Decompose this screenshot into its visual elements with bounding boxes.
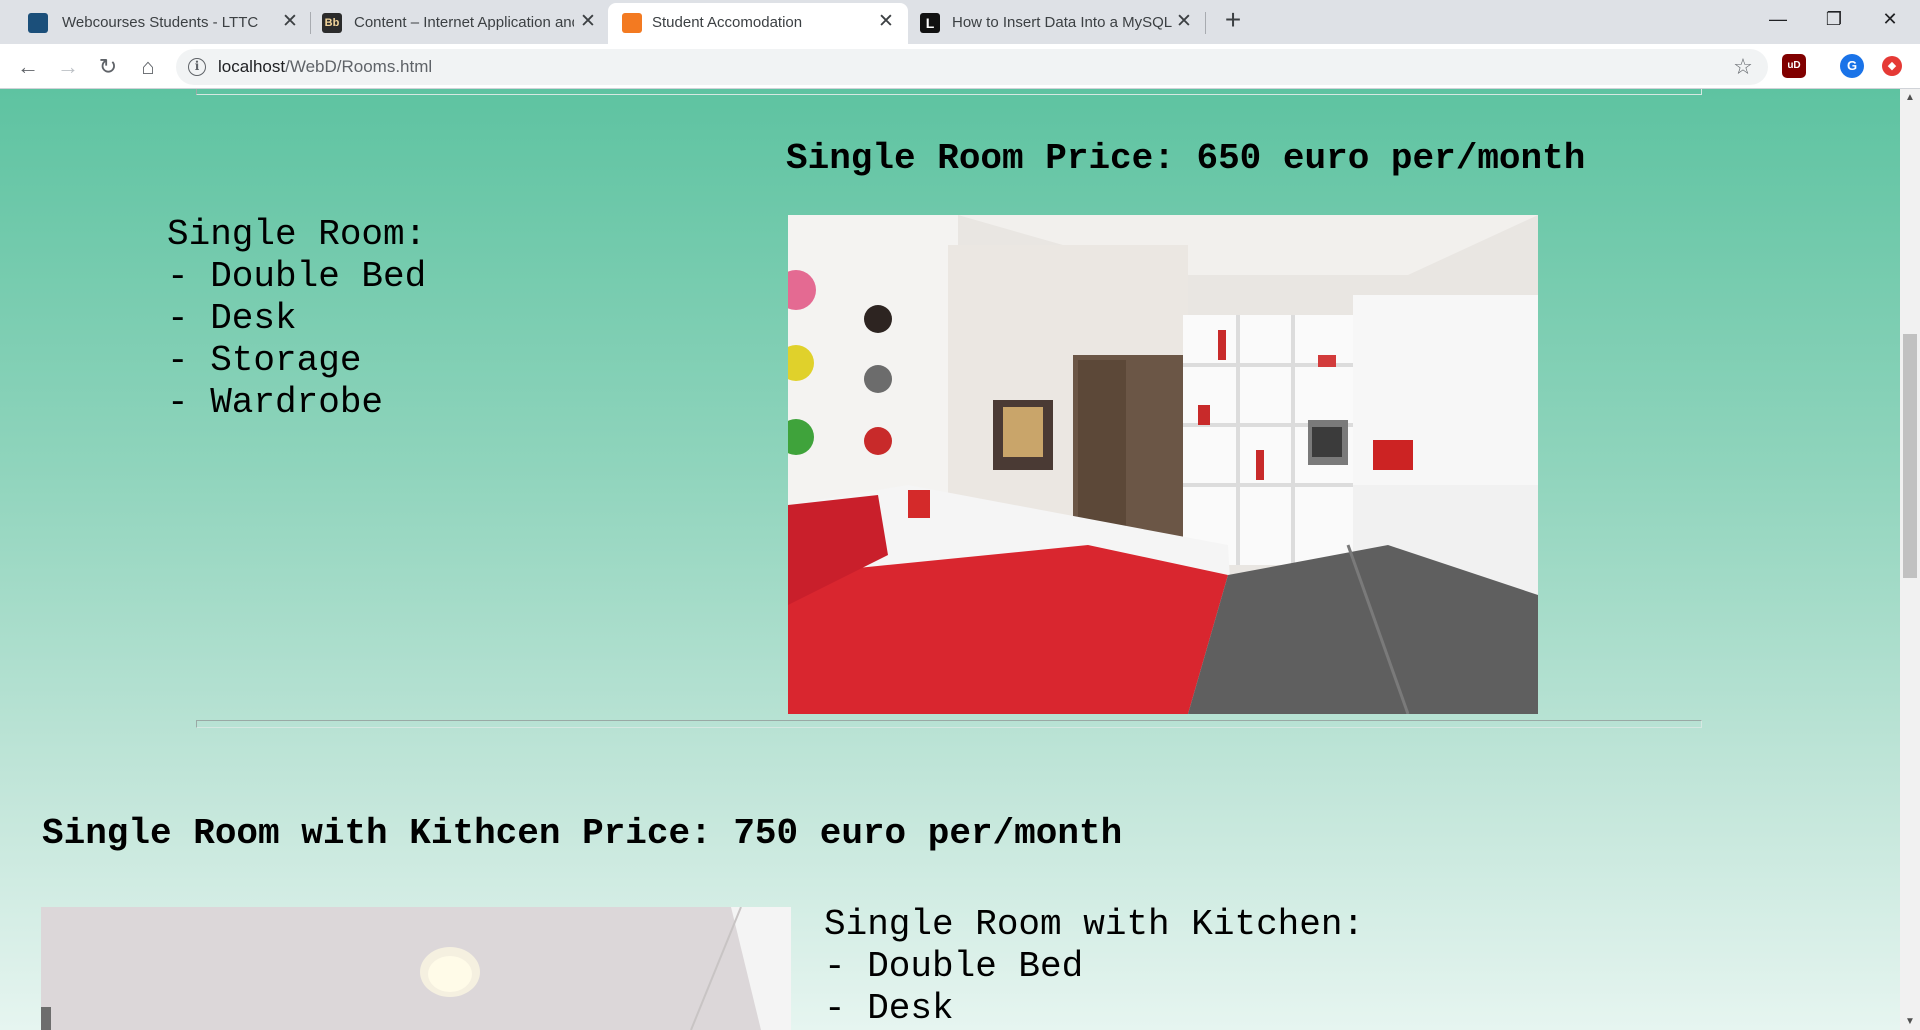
close-window-icon[interactable]: ✕ (1862, 0, 1918, 40)
url-path: /WebD/Rooms.html (285, 57, 433, 76)
bookmark-star-icon[interactable]: ☆ (1728, 52, 1758, 82)
restore-icon[interactable]: ❐ (1806, 0, 1862, 40)
ublock-icon[interactable]: uD (1782, 54, 1806, 78)
tab-webcourses[interactable]: Webcourses Students - LTTC ✕ (6, 3, 306, 44)
url-text[interactable]: localhost/WebD/Rooms.html (218, 57, 432, 77)
back-arrow-icon[interactable]: ← (12, 51, 44, 83)
kitchen-room-photo (41, 907, 791, 1030)
close-tab-icon[interactable]: ✕ (278, 10, 302, 34)
tab-blackboard[interactable]: Bb Content – Internet Application and ✕ (306, 3, 606, 44)
close-tab-icon[interactable]: ✕ (874, 10, 898, 34)
tab-strip: Webcourses Students - LTTC ✕ Bb Content … (0, 0, 1920, 44)
scrollbar-thumb[interactable] (1903, 334, 1917, 578)
forward-arrow-icon[interactable]: → (52, 51, 84, 83)
close-tab-icon[interactable]: ✕ (576, 10, 600, 34)
tab-separator (1205, 12, 1206, 34)
home-icon[interactable]: ⌂ (132, 51, 164, 83)
blackboard-icon: Bb (322, 13, 342, 33)
page-scrollbar[interactable]: ▲ ▼ (1900, 89, 1920, 1030)
url-host: localhost (218, 57, 286, 76)
horizontal-rule (196, 89, 1702, 95)
extension-red-icon[interactable]: ◆ (1882, 56, 1902, 76)
kitchen-room-features: Single Room with Kitchen: - Double Bed -… (824, 904, 1365, 1029)
single-room-photo (788, 215, 1538, 714)
single-room-price-heading: Single Room Price: 650 euro per/month (786, 138, 1586, 179)
tab-title: How to Insert Data Into a MySQL (952, 14, 1172, 31)
address-bar[interactable]: i localhost/WebD/Rooms.html ☆ (176, 49, 1768, 85)
tab-mysql[interactable]: L How to Insert Data Into a MySQL ✕ (908, 3, 1208, 44)
kitchen-room-price-heading: Single Room with Kithcen Price: 750 euro… (42, 813, 1123, 854)
page-viewport: Single Room Price: 650 euro per/month Si… (0, 89, 1900, 1030)
close-tab-icon[interactable]: ✕ (1172, 10, 1196, 34)
letter-l-icon: L (920, 13, 940, 33)
single-room-features: Single Room: - Double Bed - Desk - Stora… (167, 214, 427, 423)
xampp-icon (622, 13, 642, 33)
info-icon[interactable]: i (188, 58, 206, 76)
tab-title: Webcourses Students - LTTC (62, 14, 259, 31)
webcourses-icon (28, 13, 48, 33)
tab-student-accomodation[interactable]: Student Accomodation ✕ (608, 3, 908, 44)
reload-icon[interactable]: ↻ (92, 51, 124, 83)
horizontal-rule (196, 720, 1702, 728)
tab-title: Student Accomodation (652, 14, 803, 31)
scroll-down-icon[interactable]: ▼ (1900, 1013, 1920, 1030)
scroll-up-icon[interactable]: ▲ (1900, 89, 1920, 106)
tab-title: Content – Internet Application and (354, 14, 574, 31)
minimize-icon[interactable]: — (1750, 0, 1806, 40)
browser-toolbar: ← → ↻ ⌂ i localhost/WebD/Rooms.html ☆ uD… (0, 44, 1920, 89)
profile-avatar[interactable]: G (1840, 54, 1864, 78)
new-tab-button[interactable]: + (1218, 6, 1248, 36)
